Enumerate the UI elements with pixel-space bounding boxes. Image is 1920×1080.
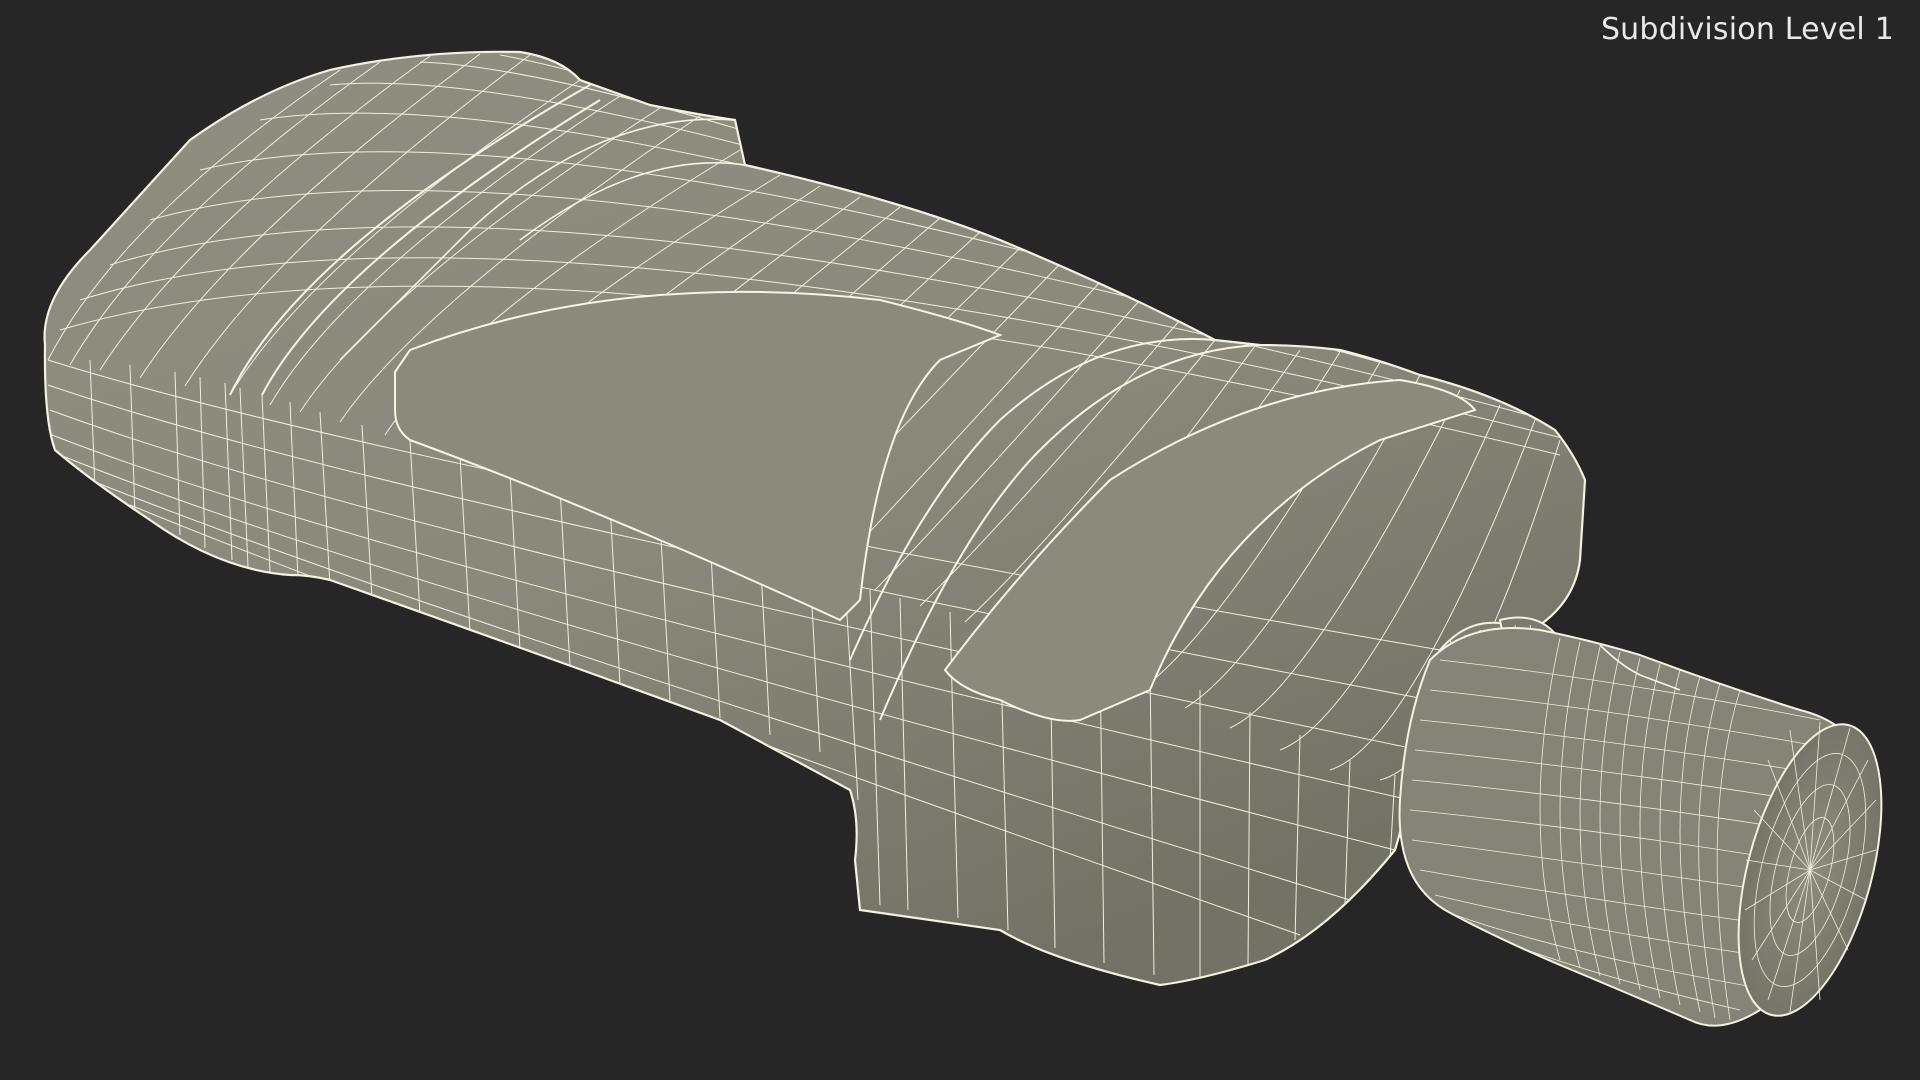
subdivision-level-label: Subdivision Level 1 [1600, 12, 1894, 47]
render-viewport: Subdivision Level 1 [0, 0, 1920, 1080]
bottle-body [43, 50, 1587, 987]
wireframe-model [43, 50, 1883, 1027]
